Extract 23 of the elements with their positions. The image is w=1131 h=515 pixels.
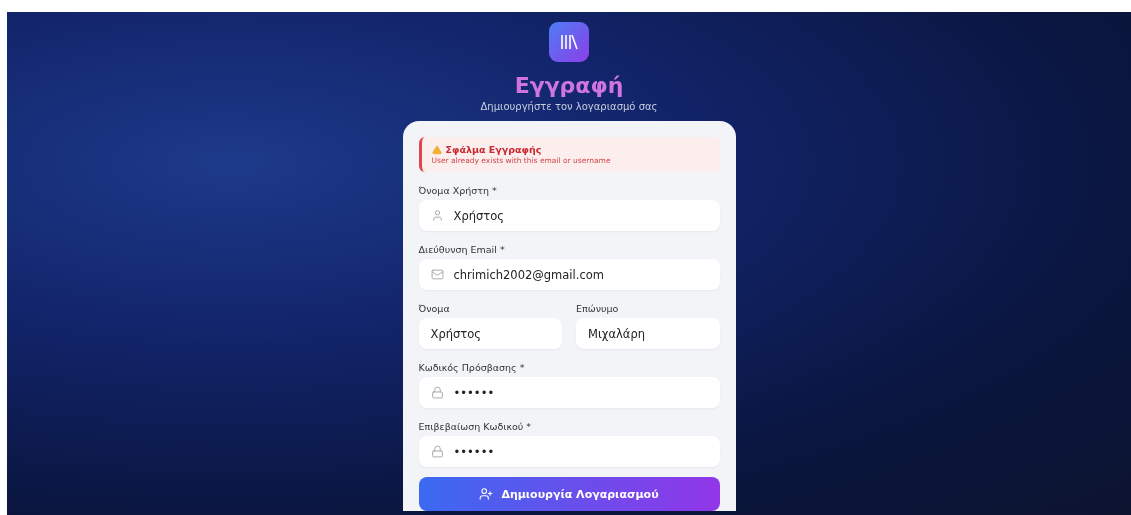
- lock-icon: [430, 445, 444, 458]
- library-logo: [549, 22, 589, 62]
- input-field[interactable]: ••••••: [418, 436, 720, 467]
- field-label: Κωδικός Πρόσβασης *: [418, 362, 526, 373]
- input-field[interactable]: chrimich2002@gmail.com: [418, 259, 720, 290]
- input-field[interactable]: Χρήστος: [418, 200, 720, 231]
- lock-icon: [430, 386, 444, 399]
- mail-icon: [430, 268, 444, 281]
- field-label: Όνομα Χρήστη *: [418, 185, 498, 196]
- field-label: Επιβεβαίωση Κωδικού *: [418, 421, 533, 432]
- field-label: Επώνυμο: [576, 303, 620, 314]
- create-account-button[interactable]: Δημιουργία Λογαριασμού: [418, 477, 720, 511]
- error-title: Σφάλμα Εγγραφής: [445, 144, 542, 155]
- user-icon: [430, 209, 444, 222]
- field-label: Διεύθυνση Email *: [418, 244, 506, 255]
- field-label: Όνομα: [418, 303, 451, 314]
- input-field[interactable]: ••••••: [418, 377, 720, 408]
- user-plus-icon: [479, 487, 494, 501]
- input-field[interactable]: Μιχαλάρη: [576, 318, 720, 349]
- warning-icon: [431, 144, 442, 155]
- page-title: Εγγραφή: [514, 72, 624, 100]
- input-field[interactable]: Χρήστος: [418, 318, 562, 349]
- page-subtitle: Δημιουργήστε τον λογαριασμό σας: [480, 101, 658, 112]
